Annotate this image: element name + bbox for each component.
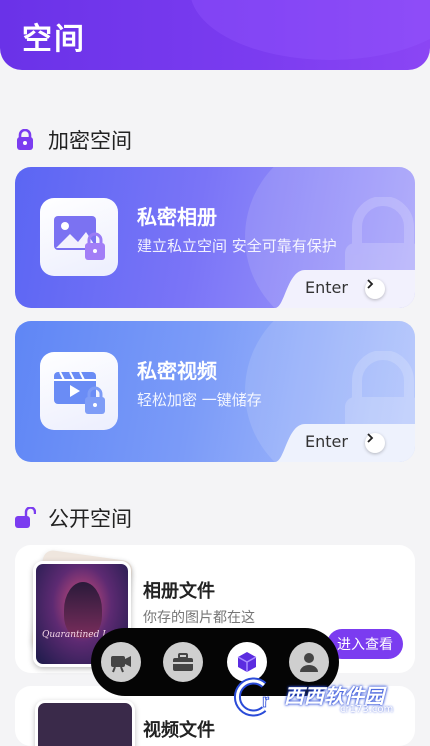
chevron-right-icon xyxy=(365,279,385,299)
tab-video[interactable] xyxy=(101,642,141,682)
image-lock-icon xyxy=(54,216,105,260)
tab-space[interactable] xyxy=(227,642,267,682)
enter-button[interactable]: Enter xyxy=(275,424,415,462)
encrypted-section-title: 加密空间 xyxy=(48,129,132,153)
album-icon-box xyxy=(40,198,118,276)
page-title: 空间 xyxy=(22,22,86,57)
toolbox-icon xyxy=(173,653,193,671)
card-title: 私密相册 xyxy=(137,205,217,229)
site-watermark: r 西西软件园 cr173.com xyxy=(232,677,428,717)
card-title: 私密视频 xyxy=(137,359,217,383)
tab-toolbox[interactable] xyxy=(163,642,203,682)
private-video-card[interactable]: 私密视频 轻松加密 一键储存 Enter xyxy=(15,321,415,462)
svg-text:r: r xyxy=(262,691,269,711)
enter-label: Enter xyxy=(305,278,348,297)
tab-profile[interactable] xyxy=(289,642,329,682)
card-subtitle: 建立私立空间 安全可靠有保护 xyxy=(137,237,337,255)
video-icon-box xyxy=(40,352,118,430)
list-item-title: 视频文件 xyxy=(143,720,215,741)
unlock-icon xyxy=(15,507,36,528)
public-section-title: 公开空间 xyxy=(48,507,132,531)
enter-button[interactable]: Enter xyxy=(275,270,415,308)
video-thumbnail xyxy=(35,700,135,746)
app-header: 空间 xyxy=(0,0,430,70)
video-lock-icon xyxy=(54,371,105,414)
encrypted-section-header: 加密空间 xyxy=(14,125,132,155)
cube-icon xyxy=(237,652,257,672)
private-album-card[interactable]: 私密相册 建立私立空间 安全可靠有保护 Enter xyxy=(15,167,415,308)
enter-label: Enter xyxy=(305,432,348,451)
profile-icon xyxy=(300,653,318,672)
header-decoration xyxy=(190,0,430,60)
list-item-title: 相册文件 xyxy=(143,581,215,602)
chevron-right-icon xyxy=(365,433,385,453)
video-camera-icon xyxy=(111,656,131,673)
card-subtitle: 轻松加密 一键储存 xyxy=(137,391,262,409)
list-item-subtitle: 你存的图片都在这 xyxy=(143,610,255,626)
public-section-header: 公开空间 xyxy=(14,503,132,533)
view-button[interactable]: 进入查看 xyxy=(327,629,403,659)
watermark-url: cr173.com xyxy=(340,704,394,715)
watermark-logo-icon: r xyxy=(233,677,269,717)
lock-icon xyxy=(17,129,33,150)
